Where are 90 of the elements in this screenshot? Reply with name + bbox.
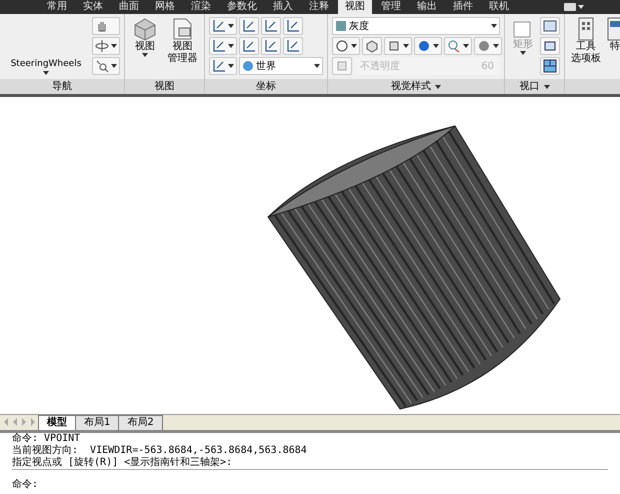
ucs-icon	[212, 59, 226, 73]
caret-icon	[435, 84, 441, 88]
ucs-dropdown[interactable]: 世界	[239, 57, 323, 75]
orbit-button[interactable]	[92, 37, 120, 55]
window-icon	[564, 3, 576, 11]
ucs-button[interactable]	[283, 17, 303, 35]
sphere-button[interactable]	[332, 37, 360, 55]
caret-icon	[228, 24, 234, 28]
ribbon-tab[interactable]: 插入	[266, 0, 300, 14]
viewport-icon	[543, 39, 557, 53]
sphere-button[interactable]	[474, 37, 502, 55]
ribbon-tab[interactable]: 视图	[338, 0, 372, 14]
panel-title: 视口	[520, 80, 540, 94]
command-prompt: 命令:	[12, 479, 38, 490]
ucs-icon	[286, 39, 300, 53]
ucs-button[interactable]	[283, 37, 303, 55]
sphere-icon	[335, 39, 349, 53]
ribbon-tab[interactable]: 插件	[446, 0, 480, 14]
panel-title: 视图	[125, 79, 204, 94]
caret-icon	[544, 84, 550, 88]
zoom-icon	[95, 59, 109, 73]
view-manager-button[interactable]: 视图 管理器	[164, 17, 200, 65]
viewport-button[interactable]	[540, 57, 560, 75]
ribbon-tab[interactable]: 管理	[374, 0, 408, 14]
ucs-button[interactable]	[209, 37, 237, 55]
sphere-button[interactable]	[414, 37, 442, 55]
hand-button[interactable]	[92, 17, 120, 35]
caret-icon	[403, 44, 409, 48]
ucs-icon	[212, 39, 226, 53]
layout-tab[interactable]: 布局2	[118, 415, 163, 430]
panel-title: 坐标	[205, 79, 327, 94]
ucs-icon	[264, 19, 278, 33]
command-history-line: 指定视点或 [旋转(R)] <显示指南针和三轴架>:	[12, 457, 234, 469]
caret-icon	[433, 44, 439, 48]
caret-icon	[351, 44, 357, 48]
ucs-button[interactable]	[239, 17, 259, 35]
view-button[interactable]: 视图	[129, 17, 161, 57]
caret-icon	[491, 24, 497, 28]
viewport-button[interactable]	[540, 17, 560, 35]
ucs-icon	[264, 39, 278, 53]
steering-wheels-button[interactable]: SteeringWheels	[4, 17, 88, 77]
caret-icon	[493, 44, 499, 48]
caret-icon	[228, 64, 234, 68]
ucs-button[interactable]	[209, 57, 237, 75]
caret-icon	[520, 51, 526, 55]
caret-icon	[111, 64, 117, 68]
caret-icon	[43, 71, 49, 75]
ucs-icon	[242, 19, 256, 33]
ribbon-tab[interactable]: 输出	[410, 0, 444, 14]
panel-title: 视觉样式	[391, 80, 431, 94]
caret-icon	[142, 53, 148, 57]
ribbon-tab[interactable]: 渲染	[184, 0, 218, 14]
orbit-icon	[95, 39, 109, 53]
viewport-button[interactable]	[540, 37, 560, 55]
ucs-icon	[286, 19, 300, 33]
ribbon-tab[interactable]: 注释	[302, 0, 336, 14]
layout-tab[interactable]: 布局1	[75, 415, 120, 430]
visual-style-dropdown[interactable]: 灰度	[332, 17, 500, 35]
ribbon-tab[interactable]: 联机	[482, 0, 516, 14]
properties-button[interactable]: 特	[607, 17, 620, 79]
ribbon-tab[interactable]: 曲面	[112, 0, 146, 14]
magnifier-button[interactable]	[444, 37, 472, 55]
ucs-button[interactable]	[209, 17, 237, 35]
caret-icon	[578, 5, 584, 9]
sphere-icon	[417, 39, 431, 53]
viewport-icon	[543, 59, 557, 73]
sphere-icon	[477, 39, 491, 53]
ribbon-tab[interactable]: 参数化	[220, 0, 264, 14]
magnifier-icon	[447, 39, 461, 53]
viewport-icon	[543, 19, 557, 33]
ucs-icon	[242, 39, 256, 53]
globe-icon	[242, 60, 254, 72]
panel-title: 导航	[0, 79, 124, 94]
caret-icon	[314, 64, 320, 68]
ucs-button[interactable]	[261, 17, 281, 35]
command-history-line: 命令: VPOINT	[12, 433, 82, 444]
command-history-line: 当前视图方向: VIEWDIR=-563.8684,-563.8684,563.8684	[12, 445, 308, 456]
ribbon-tab[interactable]: 实体	[76, 0, 110, 14]
ucs-button[interactable]	[261, 37, 281, 55]
tool-palettes-button[interactable]: 工具 选项板	[571, 17, 601, 79]
ribbon-tab[interactable]: 网格	[148, 0, 182, 14]
ribbon-tab[interactable]: 常用	[40, 0, 74, 14]
ucs-icon	[212, 19, 226, 33]
palette-icon	[578, 17, 594, 41]
ucs-button[interactable]	[239, 37, 259, 55]
caret-icon	[111, 44, 117, 48]
zoom-button[interactable]	[92, 57, 120, 75]
caret-icon	[463, 44, 469, 48]
caret-icon	[228, 44, 234, 48]
layout-tab[interactable]: 模型	[38, 415, 76, 430]
